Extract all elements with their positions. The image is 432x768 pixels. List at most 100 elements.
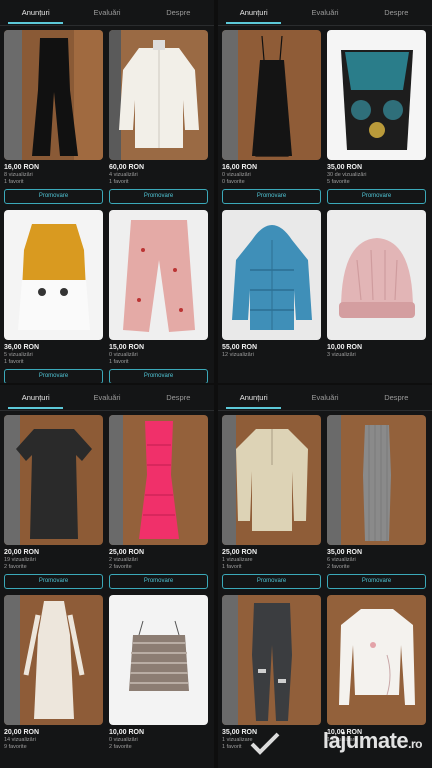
listing-favorites: 0 favorite [222, 179, 245, 185]
listing-panel-4: Anunțuri Evaluări Despre 25,00 RON 1 viz… [218, 385, 432, 768]
tab-bar: Anunțuri Evaluări Despre [0, 0, 214, 26]
listing-price: 35,00 RON [327, 549, 363, 556]
listing-card[interactable]: 16,00 RON 0 vizualizări 0 favorite Promo… [222, 30, 321, 204]
listing-card[interactable]: 55,00 RON 12 vizualizări [222, 210, 321, 359]
listing-price: 55,00 RON [222, 344, 258, 351]
listing-photo-white-knit-maxi-dress[interactable] [4, 595, 103, 725]
listing-card[interactable]: 25,00 RON 1 vizualizare 1 favorit Promov… [222, 415, 321, 589]
listing-grid: 25,00 RON 1 vizualizare 1 favorit Promov… [218, 411, 432, 751]
listing-views: 4 vizualizări [109, 172, 138, 178]
listing-photo-pink-pajama-pants[interactable] [109, 210, 208, 340]
listing-price: 35,00 RON [327, 164, 363, 171]
listing-card[interactable]: 35,00 RON 30 de vizualizări 5 favorite P… [327, 30, 426, 204]
listing-card[interactable]: 16,00 RON 8 vizualizări 1 favorit Promov… [4, 30, 103, 204]
listing-favorites: 1 favorit [109, 179, 129, 185]
listing-photo-embellished-corset[interactable] [327, 30, 426, 160]
listing-views: 5 vizualizări [4, 352, 33, 358]
listing-panel-1: Anunțuri Evaluări Despre 16,00 RON 8 viz… [0, 0, 214, 383]
listing-views: 0 vizualizări [109, 737, 138, 743]
tab-evaluari[interactable]: Evaluări [71, 385, 142, 410]
listing-photo-white-drawstring-top[interactable] [327, 595, 426, 725]
tab-evaluari[interactable]: Evaluări [71, 0, 142, 25]
promote-button[interactable]: Promovare [109, 189, 208, 204]
tab-despre[interactable]: Despre [361, 385, 432, 410]
listing-card[interactable]: 36,00 RON 5 vizualizări 1 favorit Promov… [4, 210, 103, 383]
listing-price: 25,00 RON [109, 549, 145, 556]
lajumate-watermark: lajumate.ro [322, 728, 423, 754]
listing-price: 15,00 RON [109, 344, 145, 351]
promote-button[interactable]: Promovare [4, 369, 103, 383]
listing-price: 10,00 RON [109, 729, 145, 736]
listing-favorites: 2 favorite [327, 564, 350, 570]
listing-views: 30 de vizualizări [327, 172, 367, 178]
promote-button[interactable]: Promovare [109, 574, 208, 589]
listing-photo-black-slip-dress[interactable] [222, 30, 321, 160]
promote-button[interactable]: Promovare [222, 189, 321, 204]
listing-photo-pink-ruched-dress[interactable] [109, 415, 208, 545]
promote-button[interactable]: Promovare [327, 574, 426, 589]
listing-card[interactable]: 35,00 RON 1 vizualizare 1 favorit [222, 595, 321, 751]
tab-evaluari[interactable]: Evaluări [289, 0, 360, 25]
promote-button[interactable]: Promovare [109, 369, 208, 383]
listing-views: 3 vizualizări [327, 352, 356, 358]
listing-views: 14 vizualizări [4, 737, 36, 743]
listing-favorites: 1 favorit [4, 359, 24, 365]
tab-anunturi[interactable]: Anunțuri [218, 0, 289, 25]
lajumate-logo-icon [250, 732, 280, 755]
listing-views: 0 vizualizări [109, 352, 138, 358]
watermark-suffix: .ro [408, 737, 422, 751]
listing-card[interactable]: 15,00 RON 0 vizualizări 1 favorit Promov… [109, 210, 208, 383]
listing-panel-2: Anunțuri Evaluări Despre 16,00 RON 0 viz… [218, 0, 432, 383]
listing-photo-pink-knit-beanie[interactable] [327, 210, 426, 340]
listing-views: 2 vizualizări [109, 557, 138, 563]
listing-card[interactable]: 35,00 RON 6 vizualizări 2 favorite Promo… [327, 415, 426, 589]
listing-photo-white-denim-jacket[interactable] [109, 30, 208, 160]
listing-price: 20,00 RON [4, 729, 40, 736]
tab-bar: Anunțuri Evaluări Despre [218, 385, 432, 411]
tab-evaluari[interactable]: Evaluări [289, 385, 360, 410]
listing-card[interactable]: 10,00 RON 3 vizualizări [327, 210, 426, 359]
tab-anunturi[interactable]: Anunțuri [0, 385, 71, 410]
tab-bar: Anunțuri Evaluări Despre [0, 385, 214, 411]
listing-photo-fur-vest-kids[interactable] [4, 210, 103, 340]
listing-photo-black-flared-pants[interactable] [4, 30, 103, 160]
promote-button[interactable]: Promovare [327, 189, 426, 204]
listing-card[interactable]: 20,00 RON 14 vizualizări 9 favorite [4, 595, 103, 751]
listing-views: 1 vizualizare [222, 557, 253, 563]
listing-price: 25,00 RON [222, 549, 258, 556]
listing-photo-striped-crop-top[interactable] [109, 595, 208, 725]
listing-card[interactable]: 10,00 RON 0 vizualizări 2 favorite [109, 595, 208, 751]
promote-button[interactable]: Promovare [222, 574, 321, 589]
tab-anunturi[interactable]: Anunțuri [0, 0, 71, 25]
listing-photo-black-tshirt-dress[interactable] [4, 415, 103, 545]
listing-price: 10,00 RON [327, 344, 363, 351]
listing-photo-grey-rib-maxi-dress[interactable] [327, 415, 426, 545]
listing-photo-blue-puffer-jacket[interactable] [222, 210, 321, 340]
listing-views: 12 vizualizări [222, 352, 254, 358]
tab-despre[interactable]: Despre [143, 0, 214, 25]
listing-price: 16,00 RON [222, 164, 258, 171]
promote-button[interactable]: Promovare [4, 189, 103, 204]
tab-despre[interactable]: Despre [361, 0, 432, 25]
listing-price: 60,00 RON [109, 164, 145, 171]
listing-photo-beige-zip-sweater[interactable] [222, 415, 321, 545]
listing-grid: 20,00 RON 19 vizualizări 2 favorite Prom… [0, 411, 214, 751]
listing-favorites: 1 favorit [109, 359, 129, 365]
listing-views: 8 vizualizări [4, 172, 33, 178]
listing-price: 16,00 RON [4, 164, 40, 171]
listing-favorites: 1 favorit [222, 564, 242, 570]
listing-favorites: 9 favorite [4, 744, 27, 750]
listing-card[interactable]: 25,00 RON 2 vizualizări 2 favorite Promo… [109, 415, 208, 589]
tab-anunturi[interactable]: Anunțuri [218, 385, 289, 410]
watermark-text: lajumate [322, 728, 409, 753]
listing-photo-grey-ripped-jeans[interactable] [222, 595, 321, 725]
listing-card[interactable]: 60,00 RON 4 vizualizări 1 favorit Promov… [109, 30, 208, 204]
listing-grid: 16,00 RON 0 vizualizări 0 favorite Promo… [218, 26, 432, 359]
listing-favorites: 1 favorit [4, 179, 24, 185]
tab-despre[interactable]: Despre [143, 385, 214, 410]
listing-card[interactable]: 20,00 RON 19 vizualizări 2 favorite Prom… [4, 415, 103, 589]
listing-views: 6 vizualizări [327, 557, 356, 563]
listing-favorites: 2 favorite [4, 564, 27, 570]
promote-button[interactable]: Promovare [4, 574, 103, 589]
listing-price: 36,00 RON [4, 344, 40, 351]
